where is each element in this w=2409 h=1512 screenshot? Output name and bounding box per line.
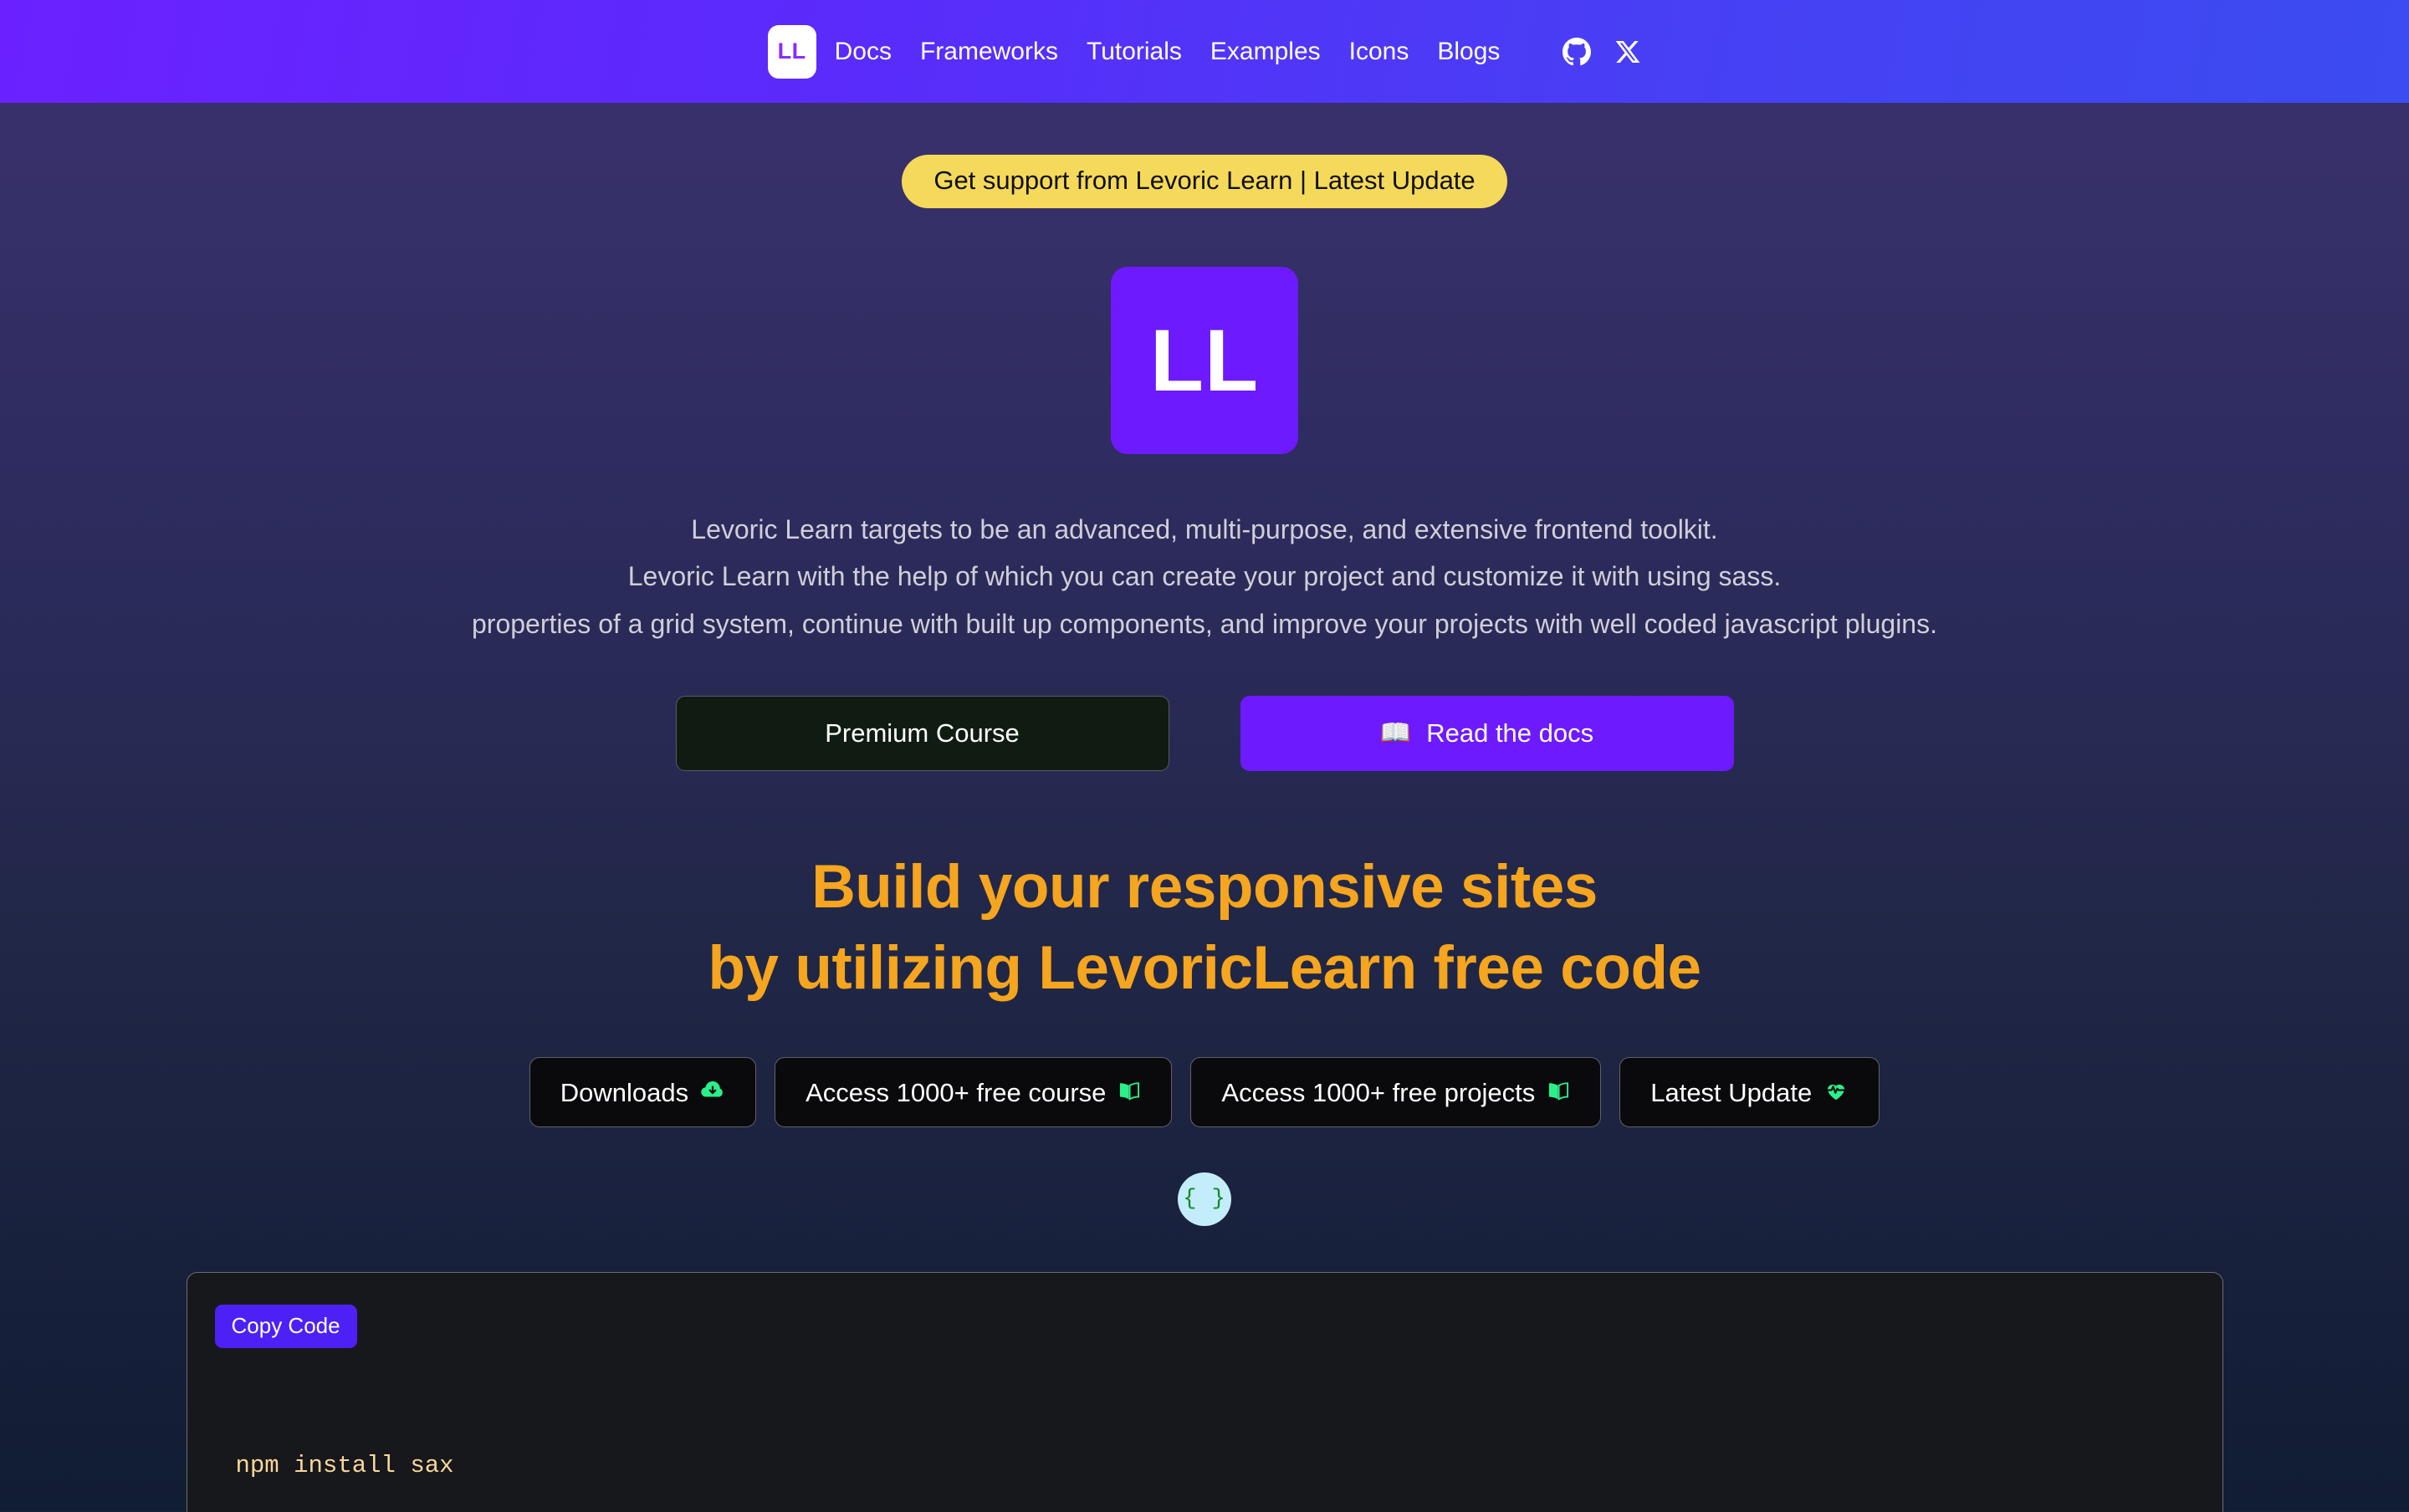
open-book-icon: [1118, 1079, 1141, 1106]
copy-code-button[interactable]: Copy Code: [214, 1305, 357, 1349]
nav-link-tutorials[interactable]: Tutorials: [1087, 38, 1182, 64]
code-brace-badge[interactable]: { }: [1178, 1172, 1231, 1227]
headline-line-2: by utilizing LevoricLearn free code: [708, 934, 1701, 1003]
heart-pulse-icon: [1823, 1078, 1849, 1107]
read-the-docs-label: Read the docs: [1426, 718, 1594, 748]
feature-pill-row: Downloads Access 1000+ free course Acces…: [529, 1057, 1880, 1128]
free-projects-pill[interactable]: Access 1000+ free projects: [1190, 1057, 1602, 1128]
premium-course-label: Premium Course: [825, 718, 1020, 748]
open-book-icon: [1547, 1079, 1570, 1106]
x-twitter-icon[interactable]: [1614, 38, 1641, 65]
nav-link-icons[interactable]: Icons: [1349, 38, 1409, 64]
hero-section: Get support from Levoric Learn | Latest …: [0, 103, 2409, 1512]
hero-logo-badge: LL: [1111, 267, 1298, 454]
hero-description-line-1: Levoric Learn targets to be an advanced,…: [691, 514, 1718, 544]
brand-logo-link[interactable]: LL: [767, 24, 816, 79]
code-snippet-panel: Copy Code npm install sax npm install gi…: [186, 1272, 2223, 1512]
nav-link-examples[interactable]: Examples: [1210, 38, 1321, 64]
premium-course-button[interactable]: Premium Course: [675, 695, 1169, 771]
nav-inner: LL Docs Frameworks Tutorials Examples Ic…: [767, 24, 1642, 79]
headline-line-1: Build your responsive sites: [811, 852, 1598, 921]
code-snippet-text: npm install sax npm install githubname/r…: [187, 1380, 2222, 1512]
github-icon[interactable]: [1563, 37, 1592, 66]
hero-description-line-2: Levoric Learn with the help of which you…: [627, 561, 1782, 592]
top-navigation-bar: LL Docs Frameworks Tutorials Examples Ic…: [0, 0, 2409, 103]
code-brace-label: { }: [1183, 1187, 1226, 1213]
hero-description: Levoric Learn targets to be an advanced,…: [472, 506, 1937, 647]
nav-social-links: [1563, 37, 1641, 66]
nav-link-docs[interactable]: Docs: [835, 38, 892, 64]
hero-description-line-3: properties of a grid system, continue wi…: [472, 608, 1937, 639]
page-headline: Build your responsive sites by utilizing…: [708, 846, 1701, 1009]
latest-update-pill[interactable]: Latest Update: [1619, 1057, 1880, 1128]
read-the-docs-button[interactable]: 📖 Read the docs: [1240, 695, 1734, 771]
latest-update-label: Latest Update: [1650, 1077, 1813, 1107]
free-course-pill[interactable]: Access 1000+ free course: [775, 1057, 1173, 1128]
downloads-label: Downloads: [560, 1077, 689, 1107]
support-banner-pill[interactable]: Get support from Levoric Learn | Latest …: [902, 155, 1507, 208]
code-line: npm install sax: [235, 1452, 454, 1480]
nav-links: Docs Frameworks Tutorials Examples Icons…: [835, 38, 1501, 64]
brand-logo-text: LL: [777, 38, 806, 64]
downloads-pill[interactable]: Downloads: [529, 1057, 757, 1128]
open-book-icon: 📖: [1379, 718, 1412, 747]
free-projects-label: Access 1000+ free projects: [1221, 1077, 1536, 1107]
nav-link-frameworks[interactable]: Frameworks: [920, 38, 1058, 64]
hero-cta-row: Premium Course 📖 Read the docs: [675, 695, 1734, 771]
nav-link-blogs[interactable]: Blogs: [1437, 38, 1500, 64]
free-course-label: Access 1000+ free course: [806, 1077, 1107, 1107]
hero-logo-text: LL: [1149, 311, 1260, 410]
cloud-download-icon: [700, 1078, 725, 1107]
